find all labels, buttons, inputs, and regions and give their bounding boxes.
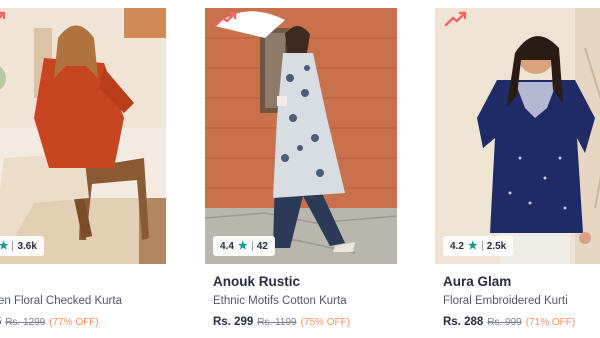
product-price-row: Rs. 288 Rs. 999 (71% OFF) [443,316,575,328]
star-icon: ★ [467,239,478,252]
product-price-row: 295 Rs. 1299(77% OFF) [0,316,99,328]
product-image[interactable] [435,8,600,264]
rating-value: 4.4 [220,240,234,252]
rating-count: 2.5k [486,240,507,252]
product-brand[interactable]: Anouk Rustic [213,274,300,289]
product-discount: (77% OFF) [49,317,99,328]
trending-up-icon [213,8,239,30]
product-name[interactable]: Ethnic Motifs Cotton Kurta [213,295,347,307]
rating-badge: 4.2 ★ 2.5k [443,236,514,256]
product-price-row: Rs. 299 Rs. 1199 (75% OFF) [213,316,350,328]
trending-up-icon [0,8,8,30]
rating-divider [12,241,14,251]
product-image[interactable] [0,8,166,264]
product-name[interactable]: Floral Embroidered Kurti [443,295,568,307]
rating-badge: 4.4 ★ 42 [213,236,275,256]
rating-value: 4.2 [450,240,464,252]
product-mrp: Rs. 1199 [257,317,297,328]
rating-divider [481,241,483,251]
rating-count: 42 [256,240,268,252]
product-image[interactable] [205,8,397,264]
product-discount: (75% OFF) [300,317,351,328]
rating-divider [251,241,253,251]
product-discount: (71% OFF) [525,317,576,328]
product-mrp: Rs. 999 [487,317,522,328]
product-brand[interactable]: Aura Glam [443,274,511,289]
star-icon: ★ [237,239,248,252]
rating-badge: 2 ★ 3.6k [0,236,44,256]
product-card[interactable]: 2 ★ 3.6k rla omen Floral Checked Kurta 2… [0,0,166,338]
product-name[interactable]: omen Floral Checked Kurta [0,295,122,307]
product-mrp: Rs. 1299 [5,317,46,328]
rating-count: 3.6k [17,240,37,252]
product-card[interactable]: 4.4 ★ 42 Anouk Rustic Ethnic Motifs Cott… [205,0,397,338]
product-price: Rs. 299 [213,316,254,328]
trending-up-icon [443,8,469,30]
product-card[interactable]: 4.2 ★ 2.5k Aura Glam Floral Embroidered … [435,0,600,338]
star-icon: ★ [0,239,9,252]
product-price: Rs. 288 [443,316,484,328]
product-price: 295 [0,316,1,328]
